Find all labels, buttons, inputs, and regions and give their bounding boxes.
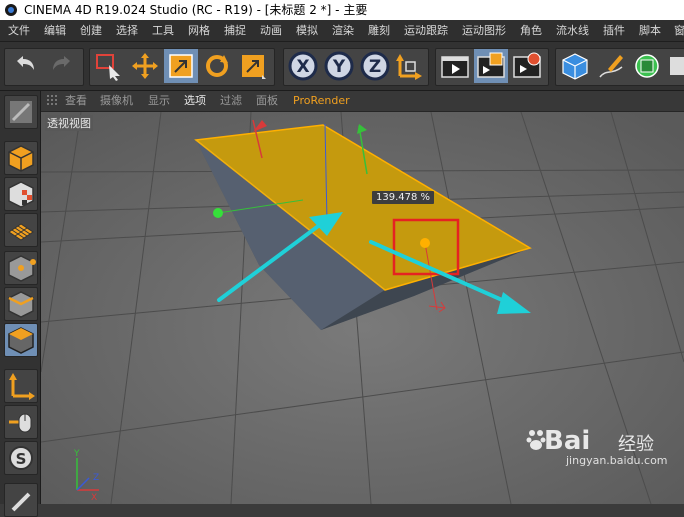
svg-text:Z: Z <box>93 473 99 483</box>
snap-icon[interactable]: S <box>4 441 38 475</box>
menu-edit[interactable]: 编辑 <box>44 20 66 41</box>
pen-icon[interactable] <box>594 49 628 83</box>
coordinate-system-icon[interactable] <box>392 49 426 83</box>
paw-logo-icon <box>526 430 546 450</box>
redo-icon[interactable] <box>45 49 79 83</box>
polygons-mode-icon[interactable] <box>4 323 38 357</box>
menu-bar: 文件 编辑 创建 选择 工具 网格 捕捉 动画 模拟 渲染 雕刻 运动跟踪 运动… <box>0 20 684 42</box>
axis-group: X Y Z <box>283 48 429 86</box>
svg-text:Y: Y <box>73 449 80 459</box>
tools-group <box>89 48 275 86</box>
cinema4d-logo-icon <box>5 4 17 16</box>
render-settings-icon[interactable] <box>510 49 544 83</box>
viewport-menu-bar: 查看 摄像机 显示 选项 过滤 面板 ProRender <box>41 91 684 112</box>
menu-mograph[interactable]: 运动图形 <box>462 20 506 41</box>
pencil-tool-icon[interactable] <box>4 483 38 517</box>
title-bar: CINEMA 4D R19.024 Studio (RC - R19) - [未… <box>0 0 684 20</box>
objects-group <box>555 48 684 86</box>
viewport-menu-options[interactable]: 选项 <box>184 91 206 111</box>
menu-character[interactable]: 角色 <box>520 20 542 41</box>
watermark-url: jingyan.baidu.com <box>566 454 668 467</box>
drag-handle-icon[interactable] <box>47 95 59 107</box>
y-axis-lock-icon[interactable]: Y <box>322 49 356 83</box>
texture-mode-icon[interactable] <box>4 177 38 211</box>
menu-mesh[interactable]: 网格 <box>188 20 210 41</box>
y-axis-handle[interactable] <box>213 208 223 218</box>
perspective-viewport[interactable]: Y Z X 透视视图 139.478 % Bai 经验 jingyan.baid… <box>41 112 684 504</box>
render-group <box>435 48 549 86</box>
menu-motion-tracking[interactable]: 运动跟踪 <box>404 20 448 41</box>
menu-file[interactable]: 文件 <box>8 20 30 41</box>
viewport-label: 透视视图 <box>45 115 93 131</box>
menu-script[interactable]: 脚本 <box>639 20 661 41</box>
viewport-menu-filter[interactable]: 过滤 <box>220 91 242 111</box>
svg-text:Z: Z <box>369 57 381 77</box>
viewport-menu-panel[interactable]: 面板 <box>256 91 278 111</box>
window-title: CINEMA 4D R19.024 Studio (RC - R19) - [未… <box>24 3 368 17</box>
tweak-mode-icon[interactable] <box>4 405 38 439</box>
viewport-menu-cameras[interactable]: 摄像机 <box>100 91 133 111</box>
edges-mode-icon[interactable] <box>4 287 38 321</box>
svg-text:S: S <box>16 450 27 468</box>
points-mode-icon[interactable] <box>4 251 38 285</box>
menu-render[interactable]: 渲染 <box>332 20 354 41</box>
live-select-icon[interactable] <box>92 49 126 83</box>
menu-window[interactable]: 窗 <box>674 20 684 41</box>
viewport-menu-view[interactable]: 查看 <box>65 91 87 111</box>
menu-select[interactable]: 选择 <box>116 20 138 41</box>
render-view-icon[interactable] <box>438 49 472 83</box>
undo-icon[interactable] <box>8 49 42 83</box>
main-toolbar: X Y Z <box>0 42 684 91</box>
scale-readout: 139.478 % <box>372 191 435 204</box>
menu-sculpt[interactable]: 雕刻 <box>368 20 390 41</box>
watermark-brand: Bai <box>544 426 591 456</box>
x-axis-lock-icon[interactable]: X <box>286 49 320 83</box>
viewport-menu-display[interactable]: 显示 <box>148 91 170 111</box>
watermark-brand-cn: 经验 <box>618 434 654 455</box>
watermark: Bai 经验 jingyan.baidu.com <box>526 424 682 468</box>
recent-tool-icon[interactable] <box>236 49 270 83</box>
menu-animate[interactable]: 动画 <box>260 20 282 41</box>
model-mode-icon[interactable] <box>4 141 38 175</box>
viewport-menu-prorender[interactable]: ProRender <box>293 91 350 111</box>
make-editable-icon[interactable] <box>4 95 38 129</box>
left-toolbar: S <box>0 91 41 517</box>
svg-text:Y: Y <box>332 57 346 77</box>
menu-plugins[interactable]: 插件 <box>603 20 625 41</box>
move-icon[interactable] <box>128 49 162 83</box>
toolbar-overflow-icon[interactable] <box>666 49 684 83</box>
svg-text:X: X <box>296 57 309 77</box>
z-axis-lock-icon[interactable]: Z <box>358 49 392 83</box>
menu-pipeline[interactable]: 流水线 <box>556 20 589 41</box>
svg-text:X: X <box>91 493 97 503</box>
menu-snap[interactable]: 捕捉 <box>224 20 246 41</box>
cube-icon[interactable] <box>558 49 592 83</box>
cloner-icon[interactable] <box>630 49 664 83</box>
menu-tools[interactable]: 工具 <box>152 20 174 41</box>
scale-handle[interactable] <box>420 238 430 248</box>
render-picture-viewer-icon[interactable] <box>474 49 508 83</box>
workplane-mode-icon[interactable] <box>4 213 38 247</box>
rotate-icon[interactable] <box>200 49 234 83</box>
menu-create[interactable]: 创建 <box>80 20 102 41</box>
history-group <box>4 48 84 86</box>
enable-axis-icon[interactable] <box>4 369 38 403</box>
menu-simulate[interactable]: 模拟 <box>296 20 318 41</box>
scale-icon[interactable] <box>164 49 198 83</box>
